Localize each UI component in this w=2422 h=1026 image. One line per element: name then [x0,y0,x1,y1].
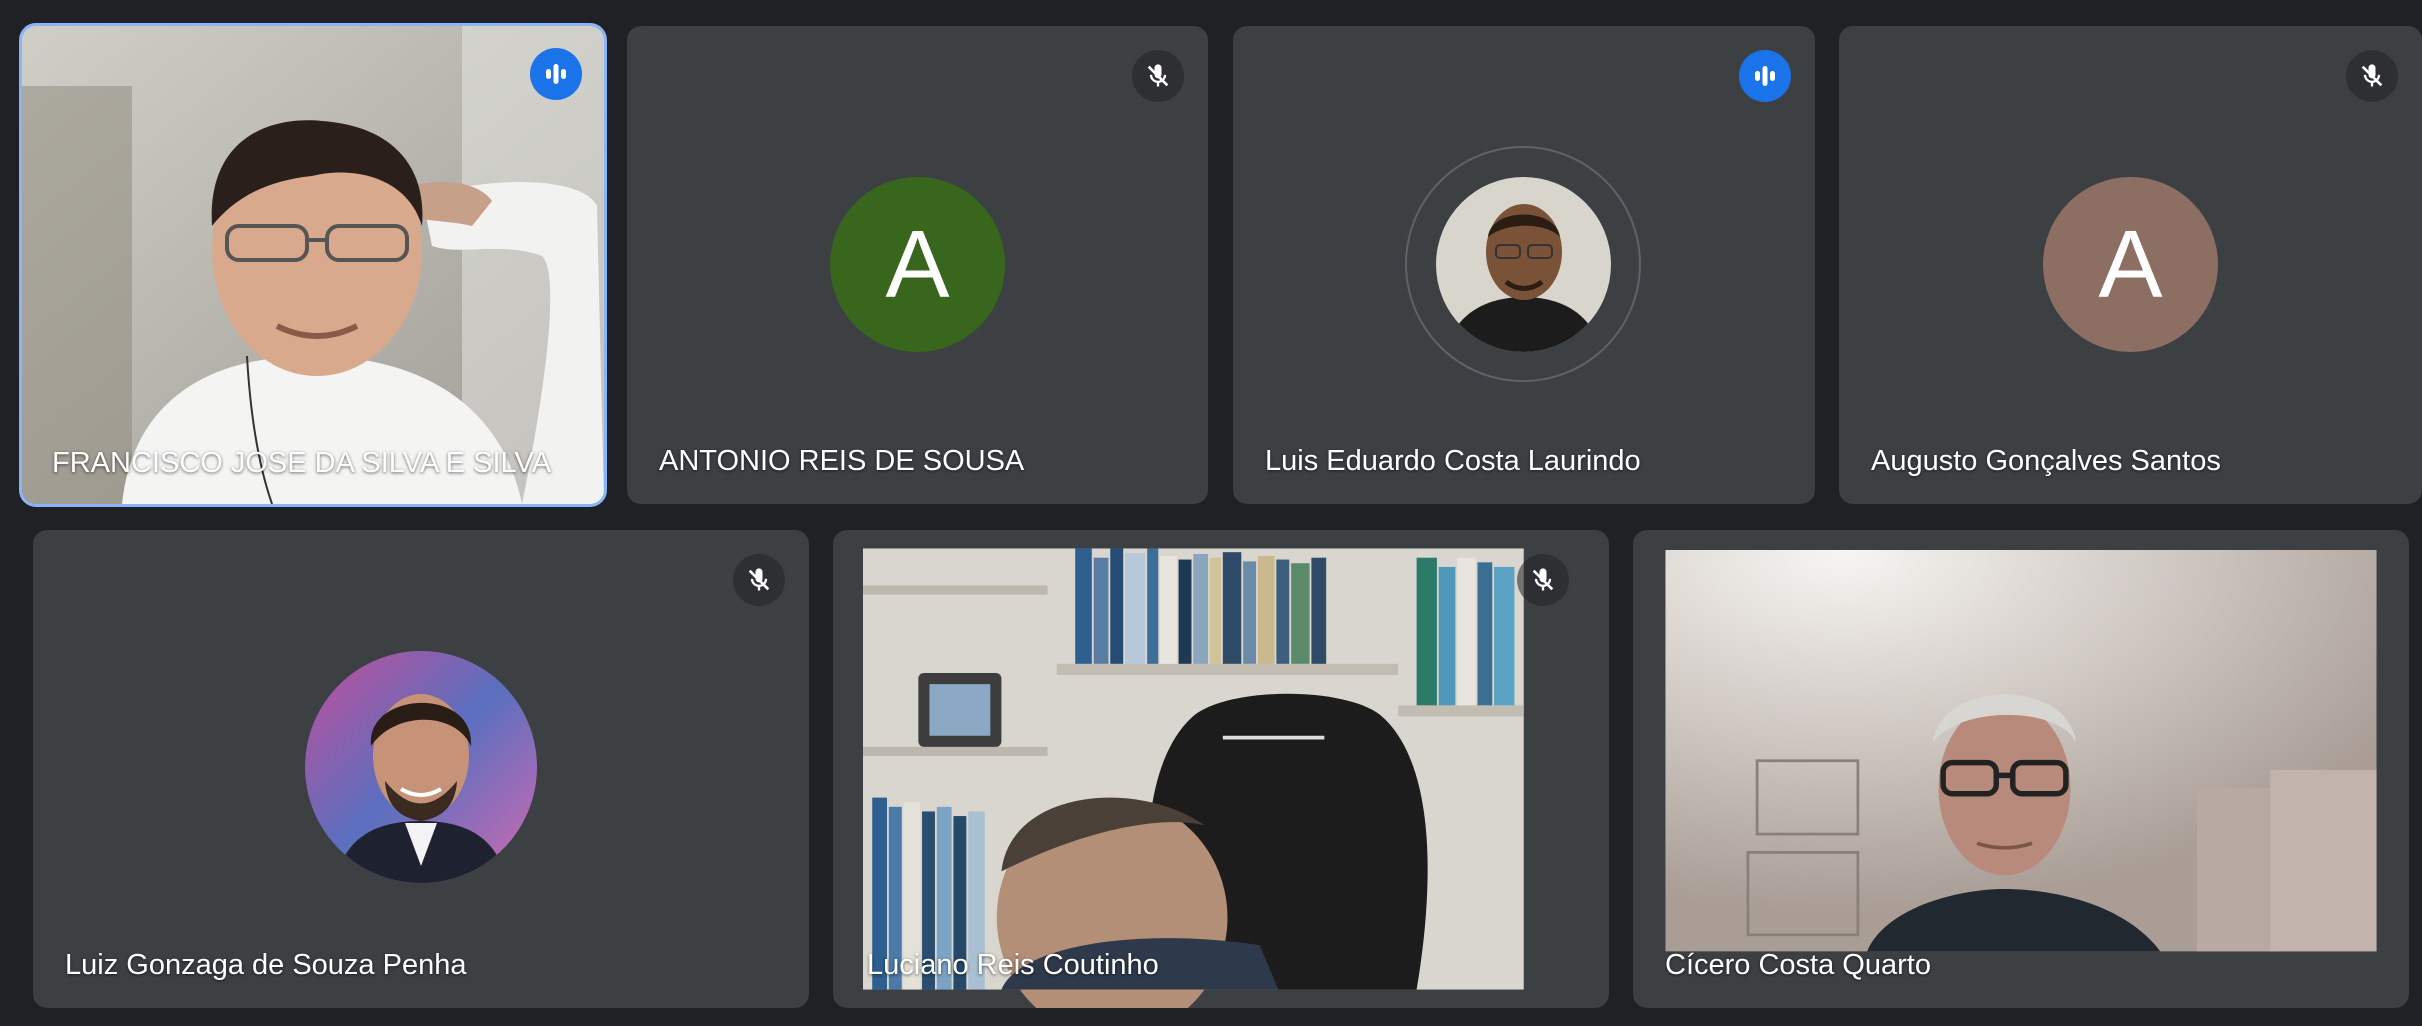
participant-name: Luciano Reis Coutinho [867,949,1159,981]
participant-name: FRANCISCO JOSE DA SILVA E SILVA [52,447,552,479]
participant-tile-augusto[interactable]: A Augusto Gonçalves Santos [1839,26,2422,504]
participant-tile-luis[interactable]: Luis Eduardo Costa Laurindo [1233,26,1815,504]
participant-video [863,548,1524,1008]
participant-name: ANTONIO REIS DE SOUSA [659,445,1025,477]
participant-tile-francisco[interactable]: FRANCISCO JOSE DA SILVA E SILVA [19,23,607,507]
mic-off-icon [733,554,785,606]
participant-tile-luciano[interactable]: Luciano Reis Coutinho [833,530,1609,1008]
speaking-indicator-icon [1739,50,1791,102]
mic-off-icon [2346,50,2398,102]
participant-video [1665,550,2377,952]
mic-off-icon [1517,554,1569,606]
participant-avatar: A [830,177,1005,352]
participant-avatar [1436,177,1611,352]
participant-name: Cícero Costa Quarto [1665,949,1931,981]
speaking-indicator-icon [530,48,582,100]
participant-avatar: A [2043,177,2218,352]
participant-avatar [305,651,537,883]
participant-name: Luis Eduardo Costa Laurindo [1265,445,1641,477]
participant-tile-antonio[interactable]: A ANTONIO REIS DE SOUSA [627,26,1208,504]
mic-off-icon [1132,50,1184,102]
participant-tile-luiz-gonzaga[interactable]: Luiz Gonzaga de Souza Penha [33,530,809,1008]
participant-video [22,26,604,504]
participant-tile-cicero[interactable]: Cícero Costa Quarto [1633,530,2409,1008]
participant-name: Augusto Gonçalves Santos [1871,445,2221,477]
participant-name: Luiz Gonzaga de Souza Penha [65,949,467,981]
